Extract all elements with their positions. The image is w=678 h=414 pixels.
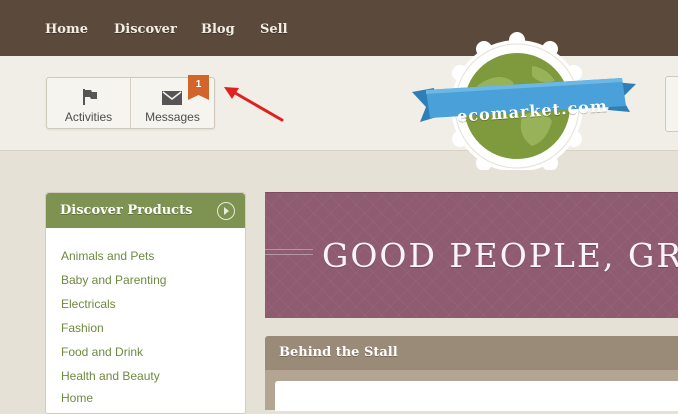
behind-the-stall-title: Behind the Stall [279,345,398,360]
category-baby-parenting[interactable]: Baby and Parenting [61,273,166,287]
nav-blog-link[interactable]: Blog [201,22,235,37]
envelope-icon [162,91,182,105]
site-logo[interactable]: ecomarket.com [412,20,640,170]
behind-the-stall-header: Behind the Stall [265,336,678,370]
category-food-drink[interactable]: Food and Drink [61,345,143,359]
hero-decoration-line [265,249,313,255]
play-icon[interactable] [217,202,235,220]
category-animals-pets[interactable]: Animals and Pets [61,249,154,263]
activities-label: Activities [64,110,113,124]
discover-products-header: Discover Products [46,193,245,228]
category-fashion[interactable]: Fashion [61,321,104,335]
cart-button-partial[interactable] [665,76,678,132]
annotation-arrow-icon [224,87,284,122]
globe-logo-icon [412,32,636,170]
messages-badge[interactable]: 1 [188,75,209,100]
nav-home-link[interactable]: Home [45,22,88,37]
behind-the-stall-content [275,381,678,411]
flag-icon [83,89,97,105]
messages-label: Messages [145,110,200,124]
activities-button[interactable]: Activities [47,78,130,128]
category-electricals[interactable]: Electricals [61,297,116,311]
nav-sell-link[interactable]: Sell [260,22,288,37]
category-home[interactable]: Home [61,391,93,405]
hero-headline: GOOD PEOPLE, GRE [322,236,678,275]
discover-products-panel: Discover Products Animals and Pets Baby … [45,192,246,414]
discover-products-title: Discover Products [60,203,193,218]
category-health-beauty[interactable]: Health and Beauty [61,369,160,383]
nav-discover-link[interactable]: Discover [114,22,177,37]
messages-badge-count: 1 [195,79,202,90]
